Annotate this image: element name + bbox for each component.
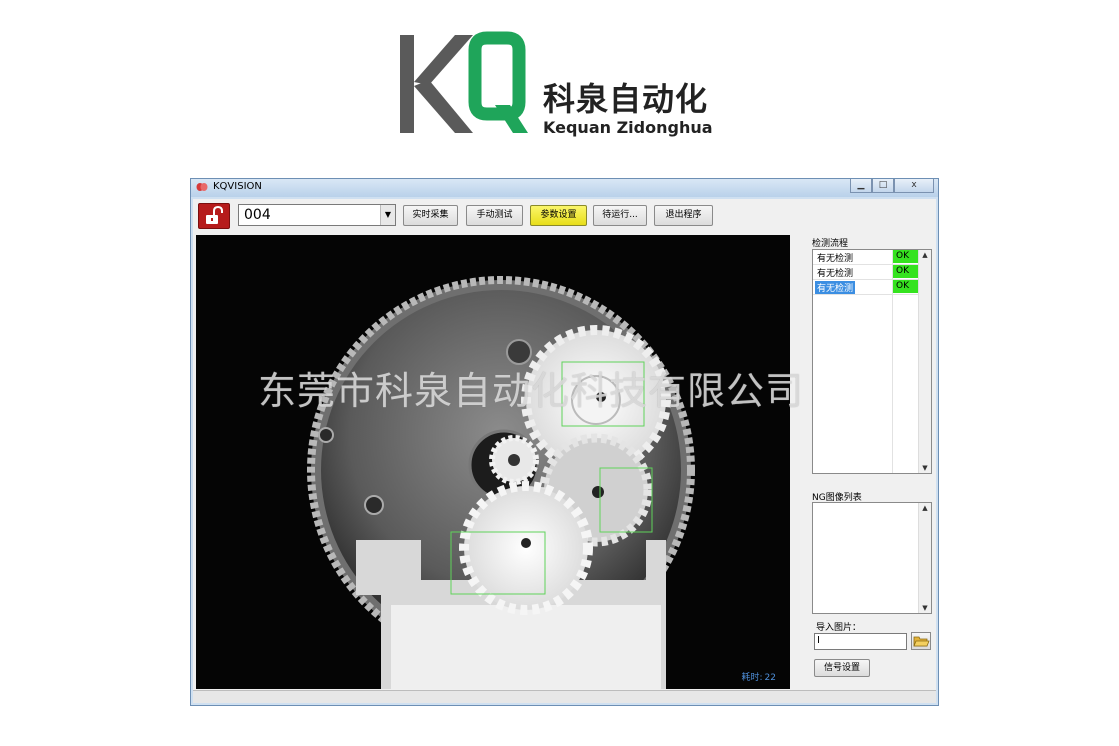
chevron-down-icon[interactable]: ▼ [380,205,395,225]
lock-button[interactable] [198,203,230,229]
item-result: OK [893,265,919,278]
company-watermark: 东莞市科泉自动化科技有限公司 [258,369,805,413]
standby-button[interactable]: 待运行... [593,205,647,226]
camera-viewer[interactable]: 耗时: 22 [196,235,790,689]
item-result: OK [893,280,919,293]
window-title: KQVISION [213,181,262,192]
live-capture-button[interactable]: 实时采集 [403,205,458,226]
maximize-button[interactable]: □ [872,179,894,193]
kq-logo-mark [400,31,528,133]
item-name: 有无检测 [817,269,854,279]
elapsed-value: 22 [764,673,776,683]
item-result: OK [893,250,919,263]
process-title: 检测流程 [812,239,849,249]
scroll-up-icon[interactable]: ▲ [919,250,931,260]
window-controls: ▁ □ x [850,179,934,195]
scroll-down-icon[interactable]: ▼ [919,603,931,613]
program-select[interactable]: 004 ▼ [238,204,396,226]
item-name: 有无检测 [817,254,854,264]
item-name: 有无检测 [815,281,856,294]
kqvision-window: KQVISION ▁ □ x 004 ▼ 实时采集 手动测试 参数设置 待运行.… [190,178,939,706]
client-area: 004 ▼ 实时采集 手动测试 参数设置 待运行... 退出程序 耗时: 22 … [193,199,936,703]
signal-settings-button[interactable]: 信号设置 [814,659,870,677]
parameter-settings-button[interactable]: 参数设置 [530,205,587,226]
logo-chinese-name: 科泉自动化 [543,80,709,118]
minimize-button[interactable]: ▁ [850,179,872,193]
company-logo: 科泉自动化 Kequan Zidonghua [395,30,715,140]
elapsed-label: 耗时: [741,673,763,683]
process-list[interactable]: 有无检测 OK 有无检测 OK 有无检测 OK ▲ ▼ [812,249,932,474]
scroll-up-icon[interactable]: ▲ [919,503,931,513]
process-scrollbar[interactable]: ▲ ▼ [918,250,931,473]
list-item-selected[interactable]: 有无检测 OK [813,280,919,295]
program-value: 004 [244,207,271,223]
scroll-down-icon[interactable]: ▼ [919,463,931,473]
elapsed-time: 耗时: 22 [740,670,777,683]
app-icon [196,183,208,191]
title-bar[interactable]: KQVISION ▁ □ x [191,179,938,197]
status-bar [193,690,936,703]
close-button[interactable]: x [894,179,934,193]
import-label: 导入图片： [816,623,862,633]
ng-scrollbar[interactable]: ▲ ▼ [918,503,931,613]
list-item[interactable]: 有无检测 OK [813,265,919,280]
list-item[interactable]: 有无检测 OK [813,250,919,265]
exit-program-button[interactable]: 退出程序 [654,205,713,226]
browse-button[interactable] [911,632,931,650]
text-cursor: I [817,635,820,646]
import-path-field[interactable]: I [814,633,907,650]
manual-test-button[interactable]: 手动测试 [466,205,523,226]
logo-english-name: Kequan Zidonghua [543,118,713,137]
ng-image-list[interactable]: ▲ ▼ [812,502,932,614]
unlock-icon [206,205,223,224]
folder-open-icon [913,636,930,647]
gear-inspection-image [307,276,695,689]
